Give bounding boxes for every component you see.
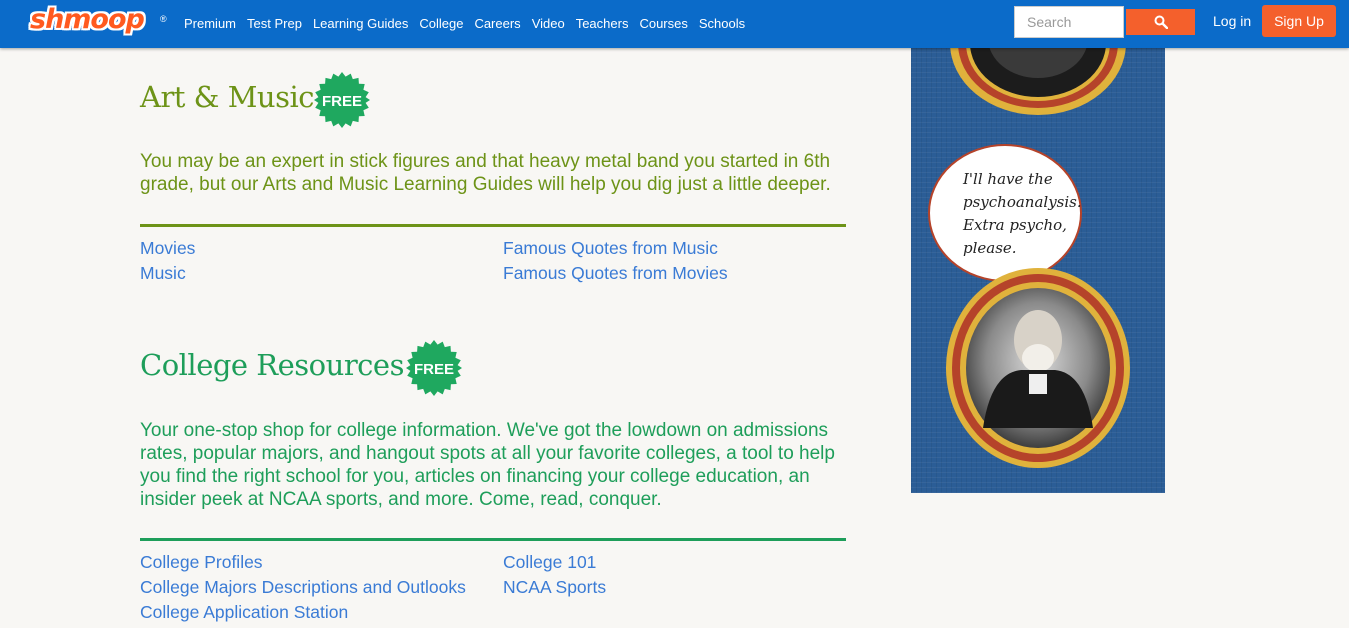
link-college-profiles[interactable]: College Profiles	[140, 550, 466, 575]
section-divider-art	[140, 224, 846, 227]
link-column-right-art: Famous Quotes from Music Famous Quotes f…	[503, 236, 728, 286]
bubble-line-3: Extra psycho,	[962, 216, 1067, 234]
magnifier-icon	[1154, 15, 1168, 29]
bubble-line-4: please.	[963, 239, 1017, 257]
link-column-right-college: College 101 NCAA Sports	[503, 550, 606, 600]
link-college-majors[interactable]: College Majors Descriptions and Outlooks	[140, 575, 466, 600]
top-navbar: shmoop ® Premium Test Prep Learning Guid…	[0, 0, 1349, 48]
badge-label: FREE	[322, 93, 362, 110]
registered-mark: ®	[160, 14, 167, 24]
nav-link-teachers[interactable]: Teachers	[576, 16, 629, 31]
bubble-line-2: psychoanalysis.	[963, 193, 1082, 211]
link-college-101[interactable]: College 101	[503, 550, 606, 575]
section-art-music: Art & Music FREE You may be an expert in…	[140, 70, 846, 300]
link-music[interactable]: Music	[140, 261, 195, 286]
bubble-line-1: I'll have the	[962, 170, 1053, 188]
nav-link-video[interactable]: Video	[532, 16, 565, 31]
section-description-college: Your one-stop shop for college informati…	[140, 420, 835, 510]
search-button[interactable]	[1126, 9, 1195, 35]
sidebar-advertisement[interactable]: I'll have the psychoanalysis. Extra psyc…	[911, 48, 1165, 493]
link-movies[interactable]: Movies	[140, 236, 195, 261]
search-input[interactable]	[1014, 6, 1124, 38]
starburst-badge-icon: FREE	[314, 72, 370, 128]
section-college-resources: College Resources FREE Your one-stop sho…	[140, 338, 846, 628]
signup-button[interactable]: Sign Up	[1262, 5, 1336, 37]
free-badge-art: FREE	[313, 71, 371, 129]
main-nav: Premium Test Prep Learning Guides Colleg…	[184, 16, 756, 31]
ad-artwork: I'll have the psychoanalysis. Extra psyc…	[928, 48, 1130, 468]
starburst-badge-icon: FREE	[406, 340, 462, 396]
link-college-application-station[interactable]: College Application Station	[140, 600, 466, 625]
nav-link-careers[interactable]: Careers	[474, 16, 520, 31]
nav-link-college[interactable]: College	[419, 16, 463, 31]
link-column-left-art: Movies Music	[140, 236, 195, 286]
login-link[interactable]: Log in	[1213, 13, 1251, 29]
nav-link-learning-guides[interactable]: Learning Guides	[313, 16, 408, 31]
nav-link-test-prep[interactable]: Test Prep	[247, 16, 302, 31]
link-column-left-college: College Profiles College Majors Descript…	[140, 550, 466, 625]
link-ncaa-sports[interactable]: NCAA Sports	[503, 575, 606, 600]
section-title-art-music: Art & Music	[140, 80, 314, 114]
section-divider-college	[140, 538, 846, 541]
nav-link-premium[interactable]: Premium	[184, 16, 236, 31]
free-badge-college: FREE	[405, 339, 463, 397]
shmoop-logo[interactable]: shmoop	[30, 4, 145, 35]
badge-label: FREE	[414, 361, 454, 378]
nav-link-courses[interactable]: Courses	[639, 16, 687, 31]
section-title-college: College Resources	[140, 348, 404, 382]
top-portrait-frame-icon	[950, 48, 1126, 115]
link-famous-quotes-music[interactable]: Famous Quotes from Music	[503, 236, 728, 261]
freud-portrait-frame-icon	[946, 268, 1130, 468]
nav-link-schools[interactable]: Schools	[699, 16, 745, 31]
section-description-art: You may be an expert in stick figures an…	[140, 151, 831, 195]
link-famous-quotes-movies[interactable]: Famous Quotes from Movies	[503, 261, 728, 286]
